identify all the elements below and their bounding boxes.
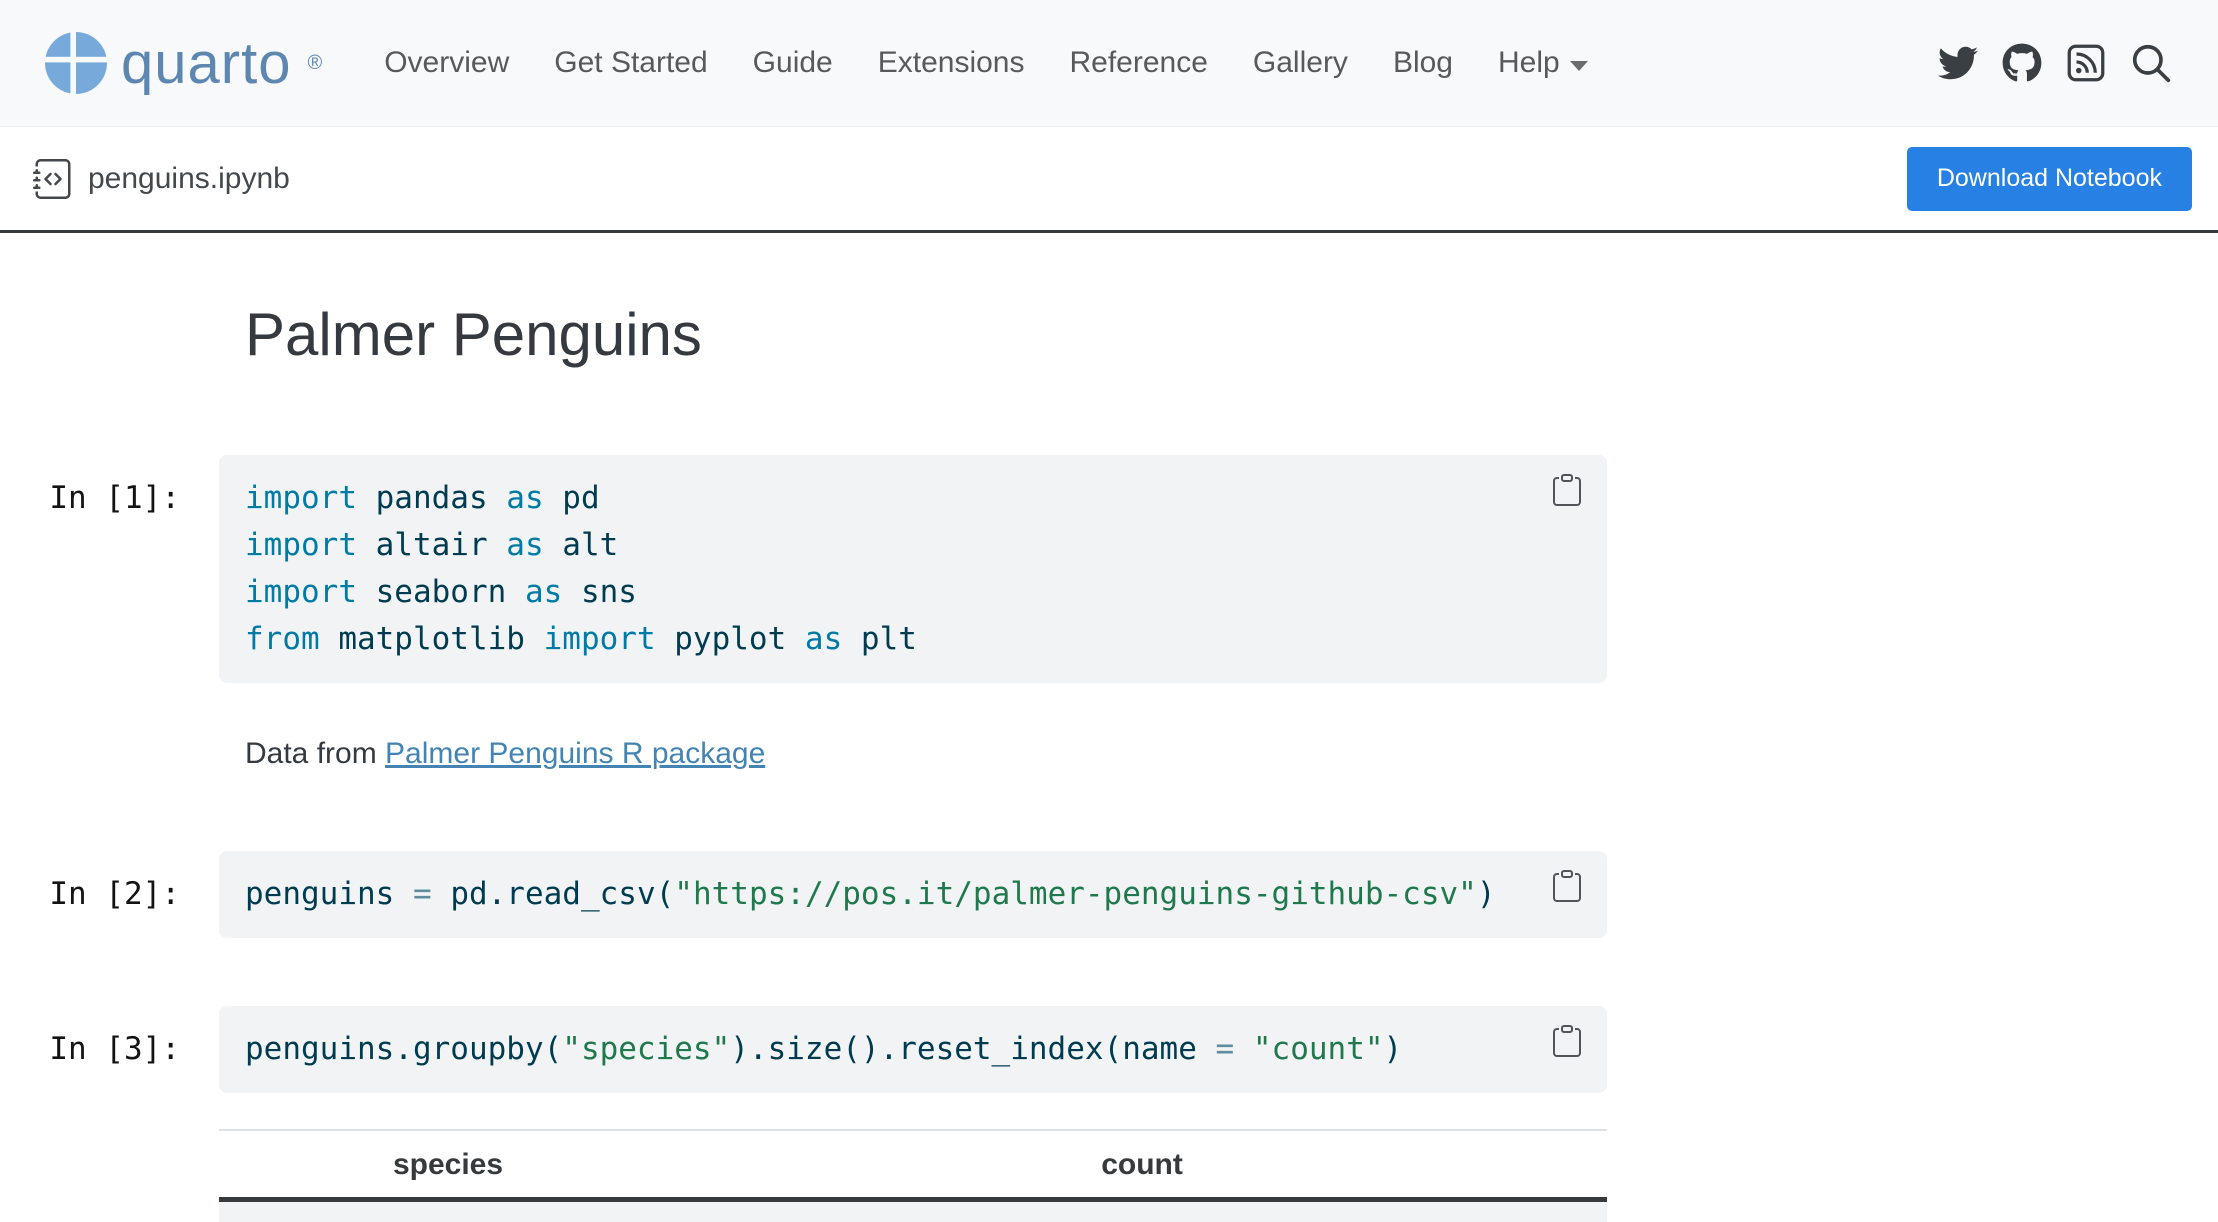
- nav-link-label: Get Started: [554, 46, 707, 80]
- nav-link-overview[interactable]: Overview: [384, 46, 509, 80]
- github-icon[interactable]: [2002, 43, 2042, 83]
- notebook-content: Palmer Penguins In [1]: import pandas as…: [0, 233, 2218, 1222]
- navbar-icon-group: [1938, 42, 2172, 84]
- cell-execution-label: In [2]:: [0, 851, 180, 918]
- notebook-file-bar: penguins.ipynb Download Notebook: [0, 127, 2218, 233]
- brand-name: quarto: [121, 30, 291, 97]
- code-source: penguins = pd.read_csv("https://pos.it/p…: [245, 871, 1581, 918]
- nav-link-help[interactable]: Help: [1498, 46, 1588, 80]
- nav-link-label: Gallery: [1253, 46, 1348, 80]
- copy-code-icon[interactable]: [1551, 869, 1583, 906]
- page-title: Palmer Penguins: [245, 300, 1607, 369]
- table-row: [219, 1200, 1607, 1222]
- nav-link-label: Overview: [384, 46, 509, 80]
- download-notebook-button[interactable]: Download Notebook: [1907, 147, 2192, 211]
- column-header-count: count: [677, 1130, 1607, 1200]
- quarto-globe-icon: [45, 32, 107, 94]
- nav-link-label: Extensions: [878, 46, 1025, 80]
- rss-icon[interactable]: [2066, 43, 2106, 83]
- registered-mark: ®: [307, 52, 322, 75]
- code-source: import pandas as pdimport altair as alti…: [245, 475, 1581, 663]
- code-cell-1: In [1]: import pandas as pdimport altair…: [0, 455, 2218, 683]
- markdown-paragraph: Data from Palmer Penguins R package: [245, 733, 1607, 775]
- notebook-file-title: penguins.ipynb: [33, 159, 290, 199]
- code-block: penguins = pd.read_csv("https://pos.it/p…: [219, 851, 1607, 938]
- code-cell-3: In [3]: penguins.groupby("species").size…: [0, 1006, 2218, 1093]
- top-navbar: quarto ® Overview Get Started Guide Extensi…: [0, 0, 2218, 127]
- copy-code-icon[interactable]: [1551, 1024, 1583, 1061]
- nav-link-get-started[interactable]: Get Started: [554, 46, 707, 80]
- nav-link-blog[interactable]: Blog: [1393, 46, 1453, 80]
- code-source: penguins.groupby("species").size().reset…: [245, 1026, 1581, 1073]
- nav-link-label: Reference: [1069, 46, 1207, 80]
- notebook-filename: penguins.ipynb: [88, 162, 290, 196]
- code-block: penguins.groupby("species").size().reset…: [219, 1006, 1607, 1093]
- palmer-penguins-link[interactable]: Palmer Penguins R package: [385, 737, 765, 770]
- cell-execution-label: In [3]:: [0, 1006, 180, 1073]
- nav-link-gallery[interactable]: Gallery: [1253, 46, 1348, 80]
- nav-link-label: Guide: [753, 46, 833, 80]
- copy-code-icon[interactable]: [1551, 473, 1583, 510]
- journal-code-icon: [33, 159, 73, 199]
- nav-link-guide[interactable]: Guide: [753, 46, 833, 80]
- dataframe-output-table: species count: [219, 1129, 1607, 1222]
- nav-link-label: Help: [1498, 46, 1560, 80]
- nav-link-extensions[interactable]: Extensions: [878, 46, 1025, 80]
- twitter-icon[interactable]: [1938, 43, 1978, 83]
- search-icon[interactable]: [2130, 42, 2172, 84]
- table-header-row: species count: [219, 1130, 1607, 1200]
- quarto-brand[interactable]: quarto ®: [45, 30, 322, 97]
- nav-links: Overview Get Started Guide Extensions Refere…: [384, 46, 1587, 80]
- column-header-species: species: [219, 1130, 677, 1200]
- code-cell-2: In [2]: penguins = pd.read_csv("https://…: [0, 851, 2218, 938]
- paragraph-text: Data from: [245, 737, 385, 770]
- chevron-down-icon: [1570, 61, 1588, 71]
- cell-execution-label: In [1]:: [0, 455, 180, 522]
- code-block: import pandas as pdimport altair as alti…: [219, 455, 1607, 683]
- nav-link-label: Blog: [1393, 46, 1453, 80]
- nav-link-reference[interactable]: Reference: [1069, 46, 1207, 80]
